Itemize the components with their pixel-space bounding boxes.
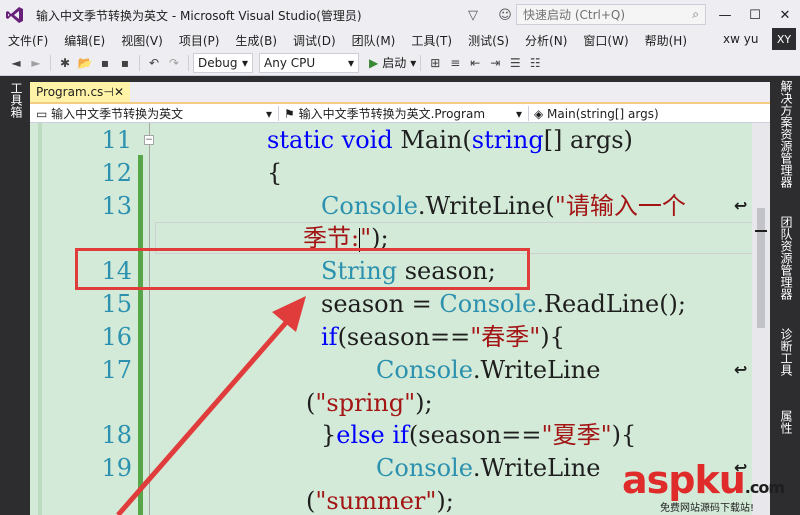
watermark-logo: aspku.com bbox=[622, 458, 785, 502]
watermark-tagline: 免费网站源码下载站! bbox=[660, 503, 755, 514]
annotation-arrow-icon bbox=[116, 296, 306, 515]
